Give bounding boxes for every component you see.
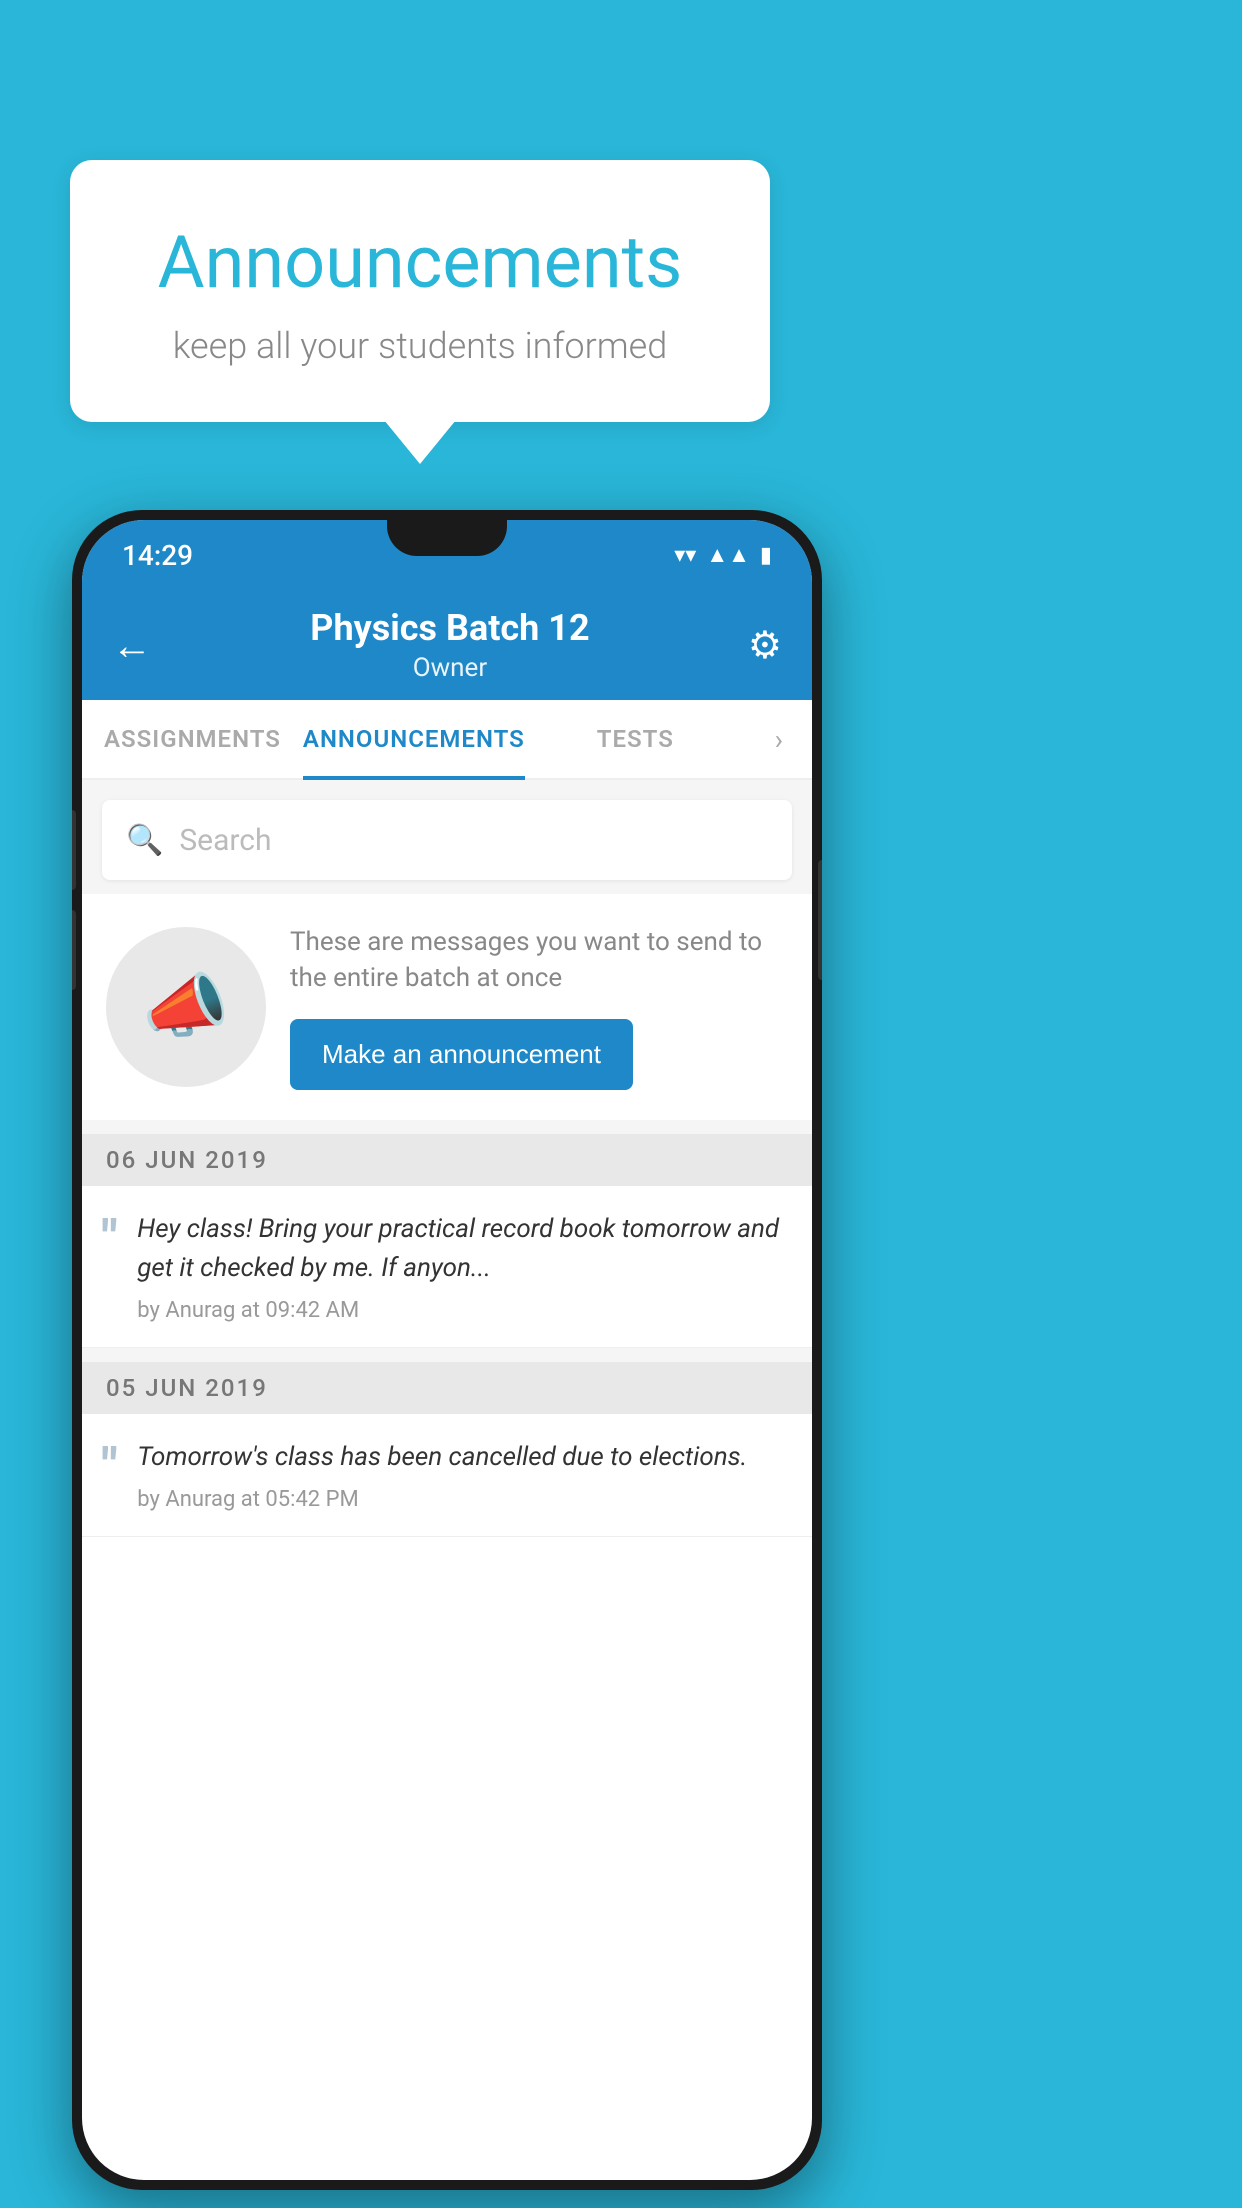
date-separator-1: 06 JUN 2019 (82, 1134, 812, 1186)
date-text-2: 05 JUN 2019 (106, 1374, 268, 1402)
side-volume-down (72, 910, 76, 990)
status-bar: 14:29 ▾▾ ▲▲ ▮ (82, 520, 812, 590)
phone-frame: 14:29 ▾▾ ▲▲ ▮ ← Physics Batch 12 Owner ⚙… (72, 510, 822, 2190)
date-separator-2: 05 JUN 2019 (82, 1362, 812, 1414)
quote-icon-1: " (102, 1214, 117, 1262)
notch (387, 520, 507, 556)
speech-bubble-container: Announcements keep all your students inf… (70, 160, 770, 422)
announcement-content-2: Tomorrow's class has been cancelled due … (137, 1438, 788, 1512)
search-bar[interactable]: 🔍 Search (102, 800, 792, 880)
announcement-item-2[interactable]: " Tomorrow's class has been cancelled du… (82, 1414, 812, 1537)
announcement-item-1[interactable]: " Hey class! Bring your practical record… (82, 1186, 812, 1348)
announcement-message-2: Tomorrow's class has been cancelled due … (137, 1438, 788, 1477)
quote-icon-2: " (102, 1442, 117, 1490)
tab-tests[interactable]: TESTS (525, 700, 746, 778)
status-time: 14:29 (122, 539, 193, 572)
side-volume-up (72, 810, 76, 890)
promo-icon-circle: 📣 (106, 927, 266, 1087)
side-power-button (818, 860, 822, 980)
header-title-group: Physics Batch 12 Owner (310, 607, 589, 683)
bubble-title: Announcements (120, 220, 720, 305)
date-text-1: 06 JUN 2019 (106, 1146, 268, 1174)
search-placeholder: Search (179, 823, 271, 858)
announcement-meta-2: by Anurag at 05:42 PM (137, 1487, 788, 1512)
batch-title: Physics Batch 12 (310, 607, 589, 649)
battery-icon: ▮ (760, 543, 772, 568)
phone-screen: 14:29 ▾▾ ▲▲ ▮ ← Physics Batch 12 Owner ⚙… (82, 520, 812, 2180)
owner-subtitle: Owner (310, 653, 589, 683)
promo-right: These are messages you want to send to t… (290, 924, 788, 1090)
app-header: ← Physics Batch 12 Owner ⚙ (82, 590, 812, 700)
announcement-meta-1: by Anurag at 09:42 AM (137, 1298, 788, 1323)
content-area: 🔍 Search 📣 These are messages you want t… (82, 780, 812, 1537)
tab-bar: ASSIGNMENTS ANNOUNCEMENTS TESTS › (82, 700, 812, 780)
speech-bubble: Announcements keep all your students inf… (70, 160, 770, 422)
promo-text: These are messages you want to send to t… (290, 924, 788, 997)
settings-icon[interactable]: ⚙ (748, 623, 782, 668)
tab-more[interactable]: › (746, 700, 812, 778)
status-icons: ▾▾ ▲▲ ▮ (674, 542, 772, 568)
tab-assignments[interactable]: ASSIGNMENTS (82, 700, 303, 778)
signal-icon: ▲▲ (706, 542, 750, 568)
back-button[interactable]: ← (112, 622, 152, 669)
wifi-icon: ▾▾ (674, 543, 696, 568)
make-announcement-button[interactable]: Make an announcement (290, 1019, 633, 1090)
search-icon: 🔍 (126, 823, 163, 858)
announcement-message-1: Hey class! Bring your practical record b… (137, 1210, 788, 1288)
bubble-subtitle: keep all your students informed (120, 325, 720, 367)
announcement-promo: 📣 These are messages you want to send to… (82, 894, 812, 1120)
megaphone-icon: 📣 (142, 966, 229, 1048)
tab-announcements[interactable]: ANNOUNCEMENTS (303, 700, 525, 778)
announcement-content-1: Hey class! Bring your practical record b… (137, 1210, 788, 1323)
